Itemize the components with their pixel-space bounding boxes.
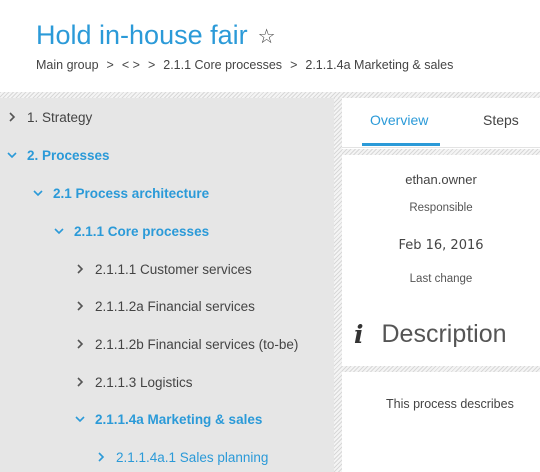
tree-item-core-processes[interactable]: 2.1.1 Core processes bbox=[53, 216, 209, 246]
description-heading: i Description bbox=[354, 320, 507, 349]
process-tree-sidebar: 1. Strategy 2. Processes 2.1 Process arc… bbox=[0, 98, 334, 472]
chevron-right-icon[interactable] bbox=[74, 376, 88, 388]
breadcrumb-item[interactable]: 2.1.1.4a Marketing & sales bbox=[305, 58, 453, 72]
chevron-right-icon[interactable] bbox=[95, 451, 109, 463]
tree-item-strategy[interactable]: 1. Strategy bbox=[6, 102, 92, 132]
chevron-down-icon[interactable] bbox=[6, 149, 20, 161]
tree-item-financial-services-to-be[interactable]: 2.1.1.2b Financial services (to-be) bbox=[74, 329, 298, 359]
chevron-right-icon[interactable] bbox=[74, 300, 88, 312]
tab-steps[interactable]: Steps bbox=[483, 112, 519, 128]
tree-item-sales-planning[interactable]: 2.1.1.4a.1 Sales planning bbox=[95, 442, 268, 472]
page-title: Hold in-house fair bbox=[36, 20, 248, 50]
tab-overview[interactable]: Overview bbox=[370, 112, 428, 128]
chevron-down-icon[interactable] bbox=[53, 225, 67, 237]
page-header: Hold in-house fair ☆ Main group > < > >2.1.… bbox=[0, 0, 540, 92]
chevron-down-icon[interactable] bbox=[32, 187, 46, 199]
breadcrumb-item[interactable]: < > bbox=[122, 58, 140, 72]
description-text: This process describes bbox=[386, 397, 514, 411]
tree-item-label: 2. Processes bbox=[27, 147, 110, 163]
description-title: Description bbox=[381, 320, 507, 348]
chevron-down-icon[interactable] bbox=[74, 413, 88, 425]
tree-item-label: 2.1.1.3 Logistics bbox=[95, 374, 193, 390]
last-change-label: Last change bbox=[409, 273, 473, 285]
page-title-row: Hold in-house fair ☆ bbox=[36, 20, 276, 51]
tab-bar: Overview Steps bbox=[342, 98, 540, 148]
tree-item-processes[interactable]: 2. Processes bbox=[6, 140, 110, 170]
breadcrumb-item[interactable]: Main group bbox=[36, 58, 99, 72]
tree-item-marketing-sales[interactable]: 2.1.1.4a Marketing & sales bbox=[74, 404, 262, 434]
tree-item-label: 2.1.1.2b Financial services (to-be) bbox=[95, 336, 299, 352]
pane-divider[interactable] bbox=[334, 98, 342, 472]
description-divider bbox=[342, 366, 540, 372]
tree-item-logistics[interactable]: 2.1.1.3 Logistics bbox=[74, 367, 193, 397]
tree-item-label: 2.1.1.4a Marketing & sales bbox=[95, 411, 263, 427]
tree-item-customer-services[interactable]: 2.1.1.1 Customer services bbox=[74, 254, 252, 284]
detail-panel: Overview Steps ethan.owner Responsible F… bbox=[342, 98, 540, 472]
chevron-right-icon[interactable] bbox=[74, 263, 88, 275]
tree-item-label: 2.1.1.2a Financial services bbox=[95, 298, 255, 314]
last-change-value: Feb 16, 2016 bbox=[398, 238, 484, 253]
active-tab-indicator bbox=[362, 143, 440, 146]
tree-item-label: 1. Strategy bbox=[27, 109, 93, 125]
breadcrumb: Main group > < > >2.1.1 Core processes >2.1.… bbox=[36, 58, 453, 72]
responsible-value: ethan.owner bbox=[405, 172, 477, 187]
breadcrumb-separator: > bbox=[106, 58, 114, 72]
tree-item-financial-services[interactable]: 2.1.1.2a Financial services bbox=[74, 291, 255, 321]
tree-item-process-architecture[interactable]: 2.1 Process architecture bbox=[32, 178, 209, 208]
star-outline-icon[interactable]: ☆ bbox=[258, 24, 276, 49]
tree-item-label: 2.1.1.1 Customer services bbox=[95, 261, 252, 277]
tree-item-label: 2.1.1.4a.1 Sales planning bbox=[116, 449, 269, 465]
info-icon: i bbox=[354, 320, 364, 349]
breadcrumb-separator: > bbox=[290, 58, 298, 72]
breadcrumb-separator: > bbox=[147, 58, 156, 72]
tree-item-label: 2.1 Process architecture bbox=[53, 185, 210, 201]
chevron-right-icon[interactable] bbox=[6, 111, 20, 123]
tree-item-label: 2.1.1 Core processes bbox=[74, 223, 210, 239]
responsible-label: Responsible bbox=[409, 202, 473, 214]
chevron-right-icon[interactable] bbox=[74, 338, 88, 350]
breadcrumb-item[interactable]: 2.1.1 Core processes bbox=[163, 58, 282, 72]
tabs-divider bbox=[342, 149, 540, 155]
